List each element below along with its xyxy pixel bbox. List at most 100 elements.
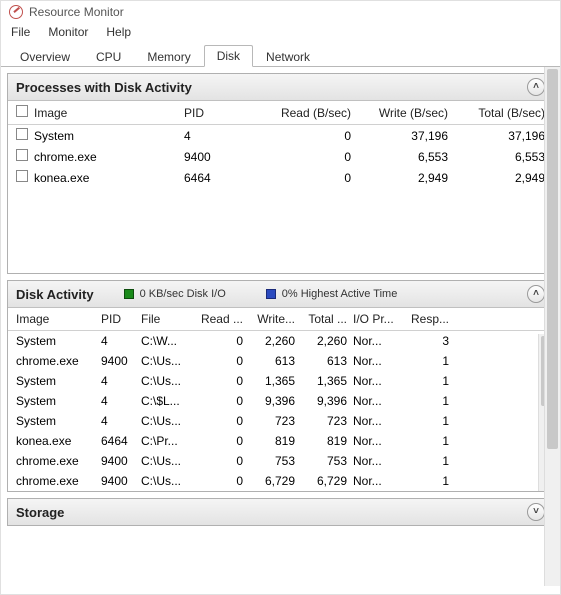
- cell-read: 0: [191, 434, 243, 448]
- cell-pid: 4: [101, 334, 141, 348]
- col-resp[interactable]: Resp...: [397, 312, 449, 326]
- tab-overview[interactable]: Overview: [7, 46, 83, 67]
- col-total[interactable]: Total ...: [295, 312, 347, 326]
- disk-activity-row[interactable]: chrome.exe9400C:\Us...0613613Nor...1: [8, 351, 538, 371]
- expand-button[interactable]: ˅: [527, 503, 545, 521]
- checkbox-all[interactable]: [16, 105, 28, 117]
- green-swatch-icon: [124, 289, 134, 299]
- process-row[interactable]: konea.exe646402,9492,949: [8, 167, 553, 188]
- row-checkbox[interactable]: [16, 170, 28, 182]
- col-total[interactable]: Total (B/sec): [448, 106, 545, 120]
- col-image[interactable]: Image: [16, 312, 101, 326]
- storage-panel-header[interactable]: Storage ˅: [8, 499, 553, 525]
- cell-iopr: Nor...: [347, 334, 397, 348]
- tab-network[interactable]: Network: [253, 46, 323, 67]
- chevron-up-icon: ˄: [533, 82, 539, 92]
- cell-file: C:\$L...: [141, 394, 191, 408]
- cell-image: chrome.exe: [34, 150, 184, 164]
- col-file[interactable]: File: [141, 312, 191, 326]
- cell-read: 0: [191, 374, 243, 388]
- scroll-thumb[interactable]: [547, 69, 558, 449]
- cell-resp: 1: [397, 434, 449, 448]
- cell-write: 613: [243, 354, 295, 368]
- tab-cpu[interactable]: CPU: [83, 46, 134, 67]
- disk-activity-columns[interactable]: Image PID File Read ... Write... Total .…: [8, 308, 553, 331]
- cell-image: konea.exe: [16, 434, 101, 448]
- menu-monitor[interactable]: Monitor: [48, 25, 88, 39]
- disk-activity-row[interactable]: chrome.exe9400C:\Us...06,7296,729Nor...1: [8, 471, 538, 491]
- tab-disk[interactable]: Disk: [204, 45, 253, 67]
- cell-image: System: [34, 129, 184, 143]
- disk-activity-row[interactable]: System4C:\Us...0723723Nor...1: [8, 411, 538, 431]
- cell-write: 6,553: [351, 150, 448, 164]
- storage-panel-title: Storage: [16, 505, 64, 520]
- cell-total: 9,396: [295, 394, 347, 408]
- cell-read: 0: [254, 150, 351, 164]
- process-row[interactable]: chrome.exe940006,5536,553: [8, 146, 553, 167]
- cell-file: C:\Us...: [141, 454, 191, 468]
- cell-file: C:\W...: [141, 334, 191, 348]
- cell-pid: 9400: [184, 150, 254, 164]
- cell-image: chrome.exe: [16, 354, 101, 368]
- cell-write: 6,729: [243, 474, 295, 488]
- cell-iopr: Nor...: [347, 434, 397, 448]
- outer-scrollbar[interactable]: [544, 67, 560, 586]
- cell-read: 0: [191, 334, 243, 348]
- cell-iopr: Nor...: [347, 454, 397, 468]
- cell-total: 6,553: [448, 150, 545, 164]
- tab-bar: Overview CPU Memory Disk Network: [1, 44, 560, 67]
- col-write[interactable]: Write...: [243, 312, 295, 326]
- cell-read: 0: [191, 414, 243, 428]
- cell-read: 0: [254, 171, 351, 185]
- disk-activity-row[interactable]: chrome.exe9400C:\Us...0753753Nor...1: [8, 451, 538, 471]
- tab-memory[interactable]: Memory: [134, 46, 203, 67]
- col-image[interactable]: Image: [34, 106, 184, 120]
- processes-panel-header[interactable]: Processes with Disk Activity ˄: [8, 74, 553, 101]
- cell-pid: 9400: [101, 474, 141, 488]
- row-checkbox[interactable]: [16, 128, 28, 140]
- menu-file[interactable]: File: [11, 25, 30, 39]
- cell-pid: 4: [184, 129, 254, 143]
- cell-resp: 3: [397, 334, 449, 348]
- process-row[interactable]: System4037,19637,196: [8, 125, 553, 146]
- disk-activity-row[interactable]: System4C:\W...02,2602,260Nor...3: [8, 331, 538, 351]
- cell-resp: 1: [397, 474, 449, 488]
- cell-total: 2,260: [295, 334, 347, 348]
- row-checkbox[interactable]: [16, 149, 28, 161]
- cell-image: System: [16, 414, 101, 428]
- cell-image: chrome.exe: [16, 474, 101, 488]
- cell-resp: 1: [397, 394, 449, 408]
- chevron-up-icon: ˄: [533, 289, 539, 299]
- cell-resp: 1: [397, 454, 449, 468]
- cell-read: 0: [191, 354, 243, 368]
- disk-activity-row[interactable]: System4C:\$L...09,3969,396Nor...1: [8, 391, 538, 411]
- col-read[interactable]: Read ...: [191, 312, 243, 326]
- cell-image: System: [16, 394, 101, 408]
- menu-help[interactable]: Help: [106, 25, 131, 39]
- disk-activity-header[interactable]: Disk Activity 0 KB/sec Disk I/O 0% Highe…: [8, 281, 553, 308]
- cell-pid: 9400: [101, 354, 141, 368]
- cell-write: 2,949: [351, 171, 448, 185]
- cell-total: 723: [295, 414, 347, 428]
- cell-total: 613: [295, 354, 347, 368]
- collapse-button[interactable]: ˄: [527, 285, 545, 303]
- processes-panel: Processes with Disk Activity ˄ Image PID…: [7, 73, 554, 274]
- col-pid[interactable]: PID: [184, 106, 254, 120]
- processes-panel-title: Processes with Disk Activity: [16, 80, 192, 95]
- disk-activity-row[interactable]: System4C:\Us...01,3651,365Nor...1: [8, 371, 538, 391]
- cell-read: 0: [191, 474, 243, 488]
- cell-pid: 4: [101, 374, 141, 388]
- cell-iopr: Nor...: [347, 414, 397, 428]
- processes-columns[interactable]: Image PID Read (B/sec) Write (B/sec) Tot…: [8, 101, 553, 125]
- collapse-button[interactable]: ˄: [527, 78, 545, 96]
- col-write[interactable]: Write (B/sec): [351, 106, 448, 120]
- col-iopr[interactable]: I/O Pr...: [347, 312, 397, 326]
- col-read[interactable]: Read (B/sec): [254, 106, 351, 120]
- cell-total: 2,949: [448, 171, 545, 185]
- cell-read: 0: [191, 454, 243, 468]
- content-area: Processes with Disk Activity ˄ Image PID…: [1, 67, 560, 586]
- cell-write: 9,396: [243, 394, 295, 408]
- col-pid[interactable]: PID: [101, 312, 141, 326]
- disk-activity-row[interactable]: konea.exe6464C:\Pr...0819819Nor...1: [8, 431, 538, 451]
- cell-write: 2,260: [243, 334, 295, 348]
